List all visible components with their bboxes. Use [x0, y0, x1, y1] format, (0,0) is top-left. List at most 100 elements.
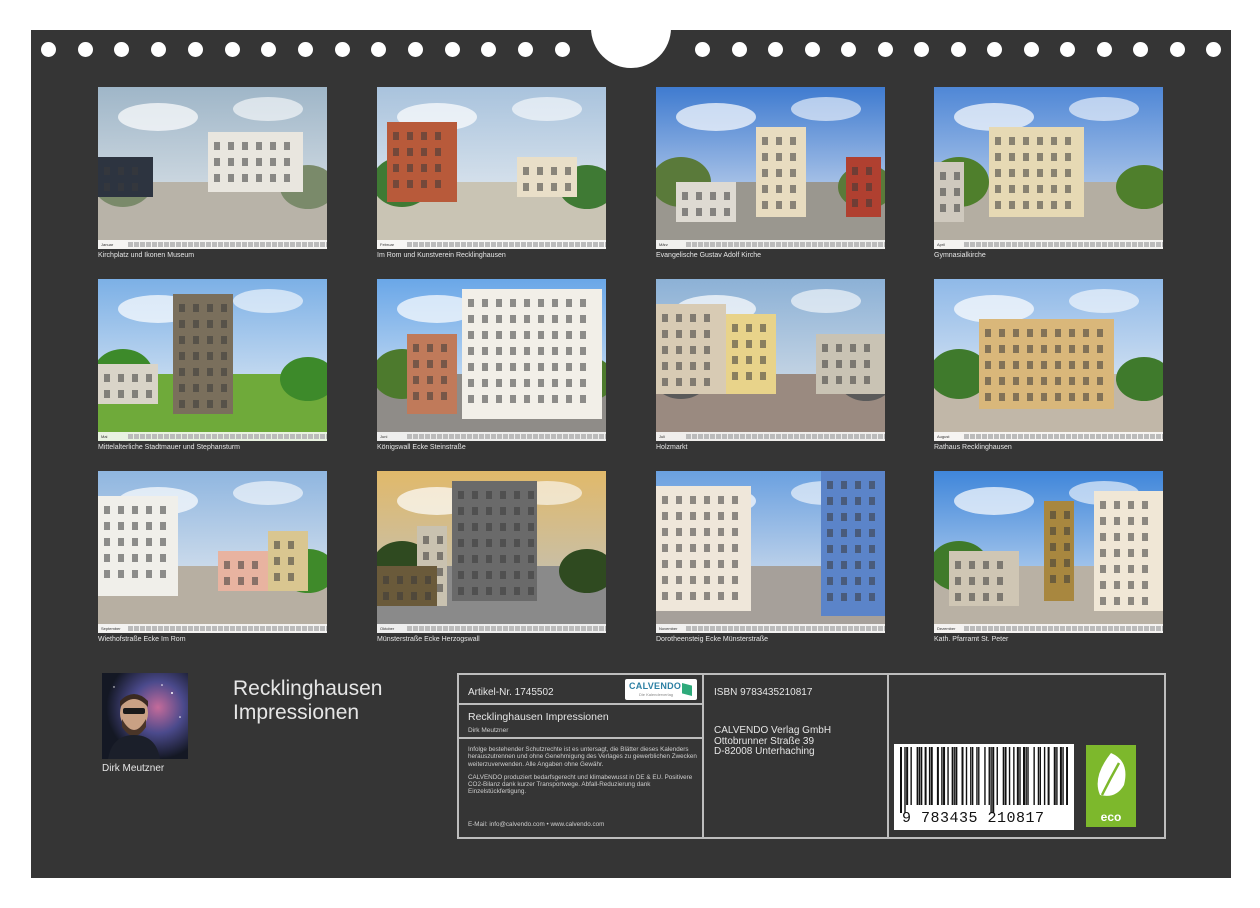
month-photo: August — [934, 279, 1163, 441]
month-tile: August Rathaus Recklinghausen — [934, 279, 1163, 451]
month-caption: Kirchplatz und Ikonen Museum — [98, 252, 195, 259]
month-caption: Münsterstraße Ecke Herzogswall — [377, 636, 480, 643]
product-info-box: Artikel-Nr. 1745502 CALVENDO Die Kalende… — [457, 673, 1166, 839]
binding-hole — [914, 42, 929, 57]
calendar-title: Recklinghausen Impressionen — [233, 677, 382, 725]
month-caption: Im Rom und Kunstverein Recklinghausen — [377, 252, 506, 259]
isbn: ISBN 9783435210817 — [714, 687, 813, 698]
info-calendar-title: Recklinghausen Impressionen — [468, 711, 609, 723]
leaf-icon — [1097, 753, 1126, 796]
month-calendar-strip: Dezember — [934, 624, 1163, 633]
month-tile: Oktober Münsterstraße Ecke Herzogswall — [377, 471, 606, 643]
binding-hole — [77, 42, 93, 57]
barcode-bars — [900, 747, 1068, 813]
month-tile: Juli Holzmarkt — [656, 279, 885, 451]
month-caption: Mittelalterliche Stadtmauer und Stephans… — [98, 444, 241, 451]
month-name: April — [937, 242, 946, 247]
legal-notice: Infolge bestehender Schutzrechte ist es … — [468, 746, 700, 802]
month-caption: Wiethofstraße Ecke Im Rom — [98, 636, 186, 643]
author-portrait — [102, 673, 188, 759]
month-calendar-strip: Februar — [377, 240, 606, 249]
article-row: Artikel-Nr. 1745502 CALVENDO Die Kalende… — [459, 675, 702, 705]
barcode-number: 9 783435 210817 — [902, 810, 1045, 827]
binding-hole — [695, 42, 710, 57]
binding-hole — [261, 42, 277, 57]
binding-hole — [1060, 42, 1075, 57]
logo-subtext: Die Kalenderverlag — [639, 692, 674, 697]
month-calendar-strip: März — [656, 240, 885, 249]
info-column-details: Artikel-Nr. 1745502 CALVENDO Die Kalende… — [459, 675, 704, 837]
binding-hole — [224, 42, 240, 57]
publisher-city: D-82008 Unterhaching — [714, 746, 815, 757]
day-cells — [407, 626, 606, 631]
article-number: Artikel-Nr. 1745502 — [468, 687, 554, 698]
binding-hole — [151, 42, 167, 57]
eco-badge: eco — [1086, 745, 1136, 827]
binding-hole — [371, 42, 387, 57]
month-name: Juni — [380, 434, 388, 439]
month-caption: Holzmarkt — [656, 444, 688, 451]
month-caption: Evangelische Gustav Adolf Kirche — [656, 252, 762, 259]
binding-hole — [1206, 42, 1221, 57]
day-cells — [964, 242, 1163, 247]
day-cells — [128, 242, 327, 247]
publisher-name: CALVENDO Verlag GmbH — [714, 725, 832, 736]
binding-hole — [187, 42, 203, 57]
day-cells — [964, 434, 1163, 439]
month-calendar-strip: Juli — [656, 432, 885, 441]
month-calendar-strip: Mai — [98, 432, 327, 441]
binding-hole — [554, 42, 570, 57]
month-calendar-strip: April — [934, 240, 1163, 249]
title-row: Recklinghausen Impressionen Dirk Meutzne… — [459, 705, 702, 739]
binding-hole — [334, 42, 350, 57]
day-cells — [964, 626, 1163, 631]
barcode: 9 783435 210817 — [894, 744, 1074, 830]
month-calendar-strip: Oktober — [377, 624, 606, 633]
month-photo: Februar — [377, 87, 606, 249]
month-tile: September Wiethofstraße Ecke Im Rom — [98, 471, 327, 643]
month-photo: Dezember — [934, 471, 1163, 633]
binding-hole — [481, 42, 497, 57]
month-tile: Dezember Kath. Pfarramt St. Peter — [934, 471, 1163, 643]
month-tile: Juni Königswall Ecke Steinstraße — [377, 279, 606, 451]
month-tile: November Dorotheensteig Ecke Münsterstraß… — [656, 471, 885, 643]
binding-hole — [114, 42, 130, 57]
month-name: März — [659, 242, 668, 247]
month-photo: Juni — [377, 279, 606, 441]
month-calendar-strip: Januar — [98, 240, 327, 249]
info-column-codes: 9 783435 210817 eco — [889, 675, 1164, 837]
month-name: Mai — [101, 434, 108, 439]
month-name: Februar — [380, 242, 395, 247]
binding-hole — [518, 42, 534, 57]
binding-hole — [731, 42, 747, 57]
month-caption: Rathaus Recklinghausen — [934, 444, 1012, 451]
month-tile: Februar Im Rom und Kunstverein Recklingha… — [377, 87, 606, 259]
publisher-address: CALVENDO Verlag GmbH Ottobrunner Straße … — [714, 725, 832, 758]
legal-paragraph-2: CALVENDO produziert bedarfsgerecht und k… — [468, 773, 693, 796]
month-tile: April Gymnasialkirche — [934, 87, 1163, 259]
contact-email: E-Mail: info@calvendo.com • www.calvendo… — [468, 821, 605, 828]
binding-hole — [877, 42, 893, 57]
legal-paragraph-1: Infolge bestehender Schutzrechte ist es … — [468, 746, 697, 768]
title-line-1: Recklinghausen — [233, 677, 383, 700]
month-photo: März — [656, 87, 885, 249]
binding-hole — [41, 42, 56, 57]
day-cells — [128, 434, 327, 439]
month-name: August — [937, 434, 950, 439]
binding-hole — [408, 42, 423, 57]
month-caption: Dorotheensteig Ecke Münsterstraße — [656, 636, 769, 643]
month-calendar-strip: August — [934, 432, 1163, 441]
month-name: September — [101, 626, 121, 631]
month-name: November — [659, 626, 678, 631]
month-caption: Gymnasialkirche — [934, 252, 986, 259]
month-caption: Kath. Pfarramt St. Peter — [934, 636, 1009, 643]
month-photo: September — [98, 471, 327, 633]
binding-hole — [768, 42, 783, 57]
day-cells — [686, 242, 885, 247]
month-calendar-strip: November — [656, 624, 885, 633]
month-photo: Juli — [656, 279, 885, 441]
month-name: Dezember — [937, 626, 956, 631]
month-photo: Mai — [98, 279, 327, 441]
day-cells — [128, 626, 327, 631]
month-photo: November — [656, 471, 885, 633]
